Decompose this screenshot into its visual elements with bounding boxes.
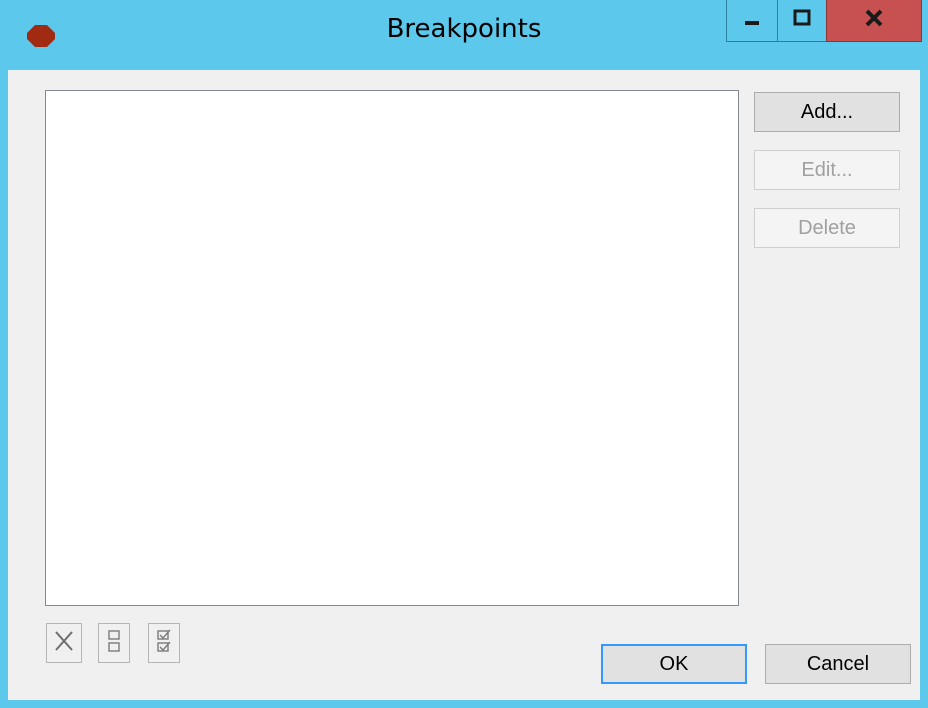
enable-all-icon <box>155 628 173 659</box>
add-button[interactable]: Add... <box>754 92 900 132</box>
minimize-icon <box>742 8 762 33</box>
dialog-body: Add... Edit... Delete OK Cancel <box>8 70 920 700</box>
remove-all-icon <box>52 629 76 658</box>
breakpoints-window: Breakpoints Add... Edit... Delete OK Can… <box>0 0 928 708</box>
disable-all-icon <box>106 628 122 659</box>
cancel-button[interactable]: Cancel <box>765 644 911 684</box>
maximize-button[interactable] <box>777 0 827 42</box>
delete-button[interactable]: Delete <box>754 208 900 248</box>
close-button[interactable] <box>826 0 922 42</box>
maximize-icon <box>792 8 812 33</box>
close-icon <box>863 7 885 34</box>
minimize-button[interactable] <box>726 0 778 42</box>
title-bar[interactable]: Breakpoints <box>0 0 928 70</box>
disable-all-breakpoints-button[interactable] <box>98 623 130 663</box>
remove-all-breakpoints-button[interactable] <box>46 623 82 663</box>
breakpoint-list[interactable] <box>45 90 739 606</box>
enable-all-breakpoints-button[interactable] <box>148 623 180 663</box>
ok-button[interactable]: OK <box>601 644 747 684</box>
edit-button[interactable]: Edit... <box>754 150 900 190</box>
